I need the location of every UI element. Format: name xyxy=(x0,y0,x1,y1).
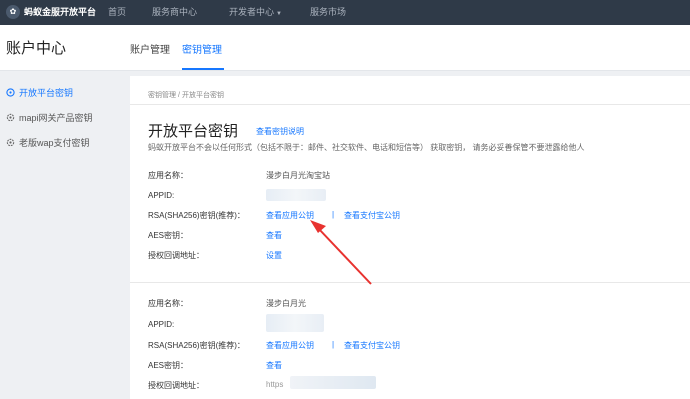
appid-label: APPID: xyxy=(148,191,175,200)
breadcrumb-current: 开放平台密钥 xyxy=(181,92,224,99)
view-aes-key-link[interactable]: 查看 xyxy=(266,230,282,241)
appid-redacted xyxy=(266,314,324,332)
main-content: 密钥管理 / 开放平台密钥 开放平台密钥 查看密钥说明 蚂蚁开放平台不会以任何形式（… xyxy=(130,76,690,399)
nav-service-center[interactable]: 服务商中心 xyxy=(152,0,197,25)
view-alipay-public-key-link[interactable]: 查看支付宝公钥 xyxy=(344,210,400,221)
rsa-key-label: RSA(SHA256)密钥(推荐)： xyxy=(148,341,245,350)
sidebar-item-mapi-key[interactable]: mapi网关产品密钥 xyxy=(6,111,93,125)
callback-url-label: 授权回调地址： xyxy=(148,251,204,260)
sidebar-item-label: 老版wap支付密钥 xyxy=(19,138,90,148)
aes-key-label: AES密钥： xyxy=(148,231,189,240)
divider xyxy=(130,104,690,105)
tab-key-management[interactable]: 密钥管理 xyxy=(182,41,222,56)
app-name-label: 应用名称： xyxy=(148,299,188,308)
ant-logo-icon[interactable]: ✿ xyxy=(6,5,20,19)
view-key-help-link[interactable]: 查看密钥说明 xyxy=(256,126,304,137)
breadcrumb-separator: / xyxy=(178,92,180,99)
gear-icon xyxy=(6,138,15,147)
arrow-head xyxy=(310,220,326,233)
app-name-value: 漫步白月光淘宝站 xyxy=(266,171,330,180)
callback-url-label: 授权回调地址： xyxy=(148,381,204,390)
breadcrumb: 密钥管理 / 开放平台密钥 xyxy=(148,90,224,100)
sidebar-item-open-platform-key[interactable]: 开放平台密钥 xyxy=(6,86,73,100)
sidebar-item-label: mapi网关产品密钥 xyxy=(19,113,93,123)
callback-url-redacted xyxy=(290,376,376,389)
brand-name[interactable]: 蚂蚁金服开放平台 xyxy=(24,0,96,25)
divider xyxy=(130,282,690,283)
top-navbar: ✿ 蚂蚁金服开放平台 首页 服务商中心 开发者中心 ▼ 服务市场 xyxy=(0,0,690,25)
view-aes-key-link[interactable]: 查看 xyxy=(266,360,282,371)
sidebar-item-label: 开放平台密钥 xyxy=(19,88,74,98)
view-alipay-public-key-link[interactable]: 查看支付宝公钥 xyxy=(344,340,400,351)
view-app-public-key-link[interactable]: 查看应用公钥 xyxy=(266,340,314,351)
breadcrumb-key-management[interactable]: 密钥管理 xyxy=(148,92,176,99)
link-separator: | xyxy=(332,210,335,219)
nav-home[interactable]: 首页 xyxy=(108,0,126,25)
rsa-key-label: RSA(SHA256)密钥(推荐)： xyxy=(148,211,245,220)
active-tab-indicator xyxy=(182,68,224,70)
page-section-title: 账户中心 xyxy=(6,40,67,57)
security-notice: 蚂蚁开放平台不会以任何形式（包括不限于：邮件、社交软件、电话和短信等） 获取密钥… xyxy=(148,143,585,152)
set-callback-url-link[interactable]: 设置 xyxy=(266,250,282,261)
aes-key-label: AES密钥： xyxy=(148,361,189,370)
app-name-label: 应用名称： xyxy=(148,171,188,180)
callback-url-value: https xyxy=(266,380,284,389)
chevron-down-icon: ▼ xyxy=(276,11,282,17)
page-title: 开放平台密钥 xyxy=(148,123,239,140)
app-name-value: 漫步白月光 xyxy=(266,299,306,308)
sidebar-item-wap-pay-key[interactable]: 老版wap支付密钥 xyxy=(6,136,90,150)
appid-redacted xyxy=(266,189,326,201)
nav-developer-center-label: 开发者中心 xyxy=(229,7,275,17)
nav-service-market[interactable]: 服务市场 xyxy=(310,0,346,25)
link-separator: | xyxy=(332,340,335,349)
nav-developer-center[interactable]: 开发者中心 ▼ xyxy=(229,0,282,25)
view-app-public-key-link[interactable]: 查看应用公钥 xyxy=(266,210,314,221)
tab-account-management[interactable]: 账户管理 xyxy=(130,41,170,56)
account-header: 账户中心 账户管理 密钥管理 xyxy=(0,25,690,71)
arrow-shaft xyxy=(317,227,372,285)
sidebar: 开放平台密钥 mapi网关产品密钥 老版wap支付密钥 xyxy=(0,76,130,399)
gear-icon xyxy=(6,113,15,122)
appid-label: APPID: xyxy=(148,320,175,329)
key-circle-icon xyxy=(6,88,15,97)
